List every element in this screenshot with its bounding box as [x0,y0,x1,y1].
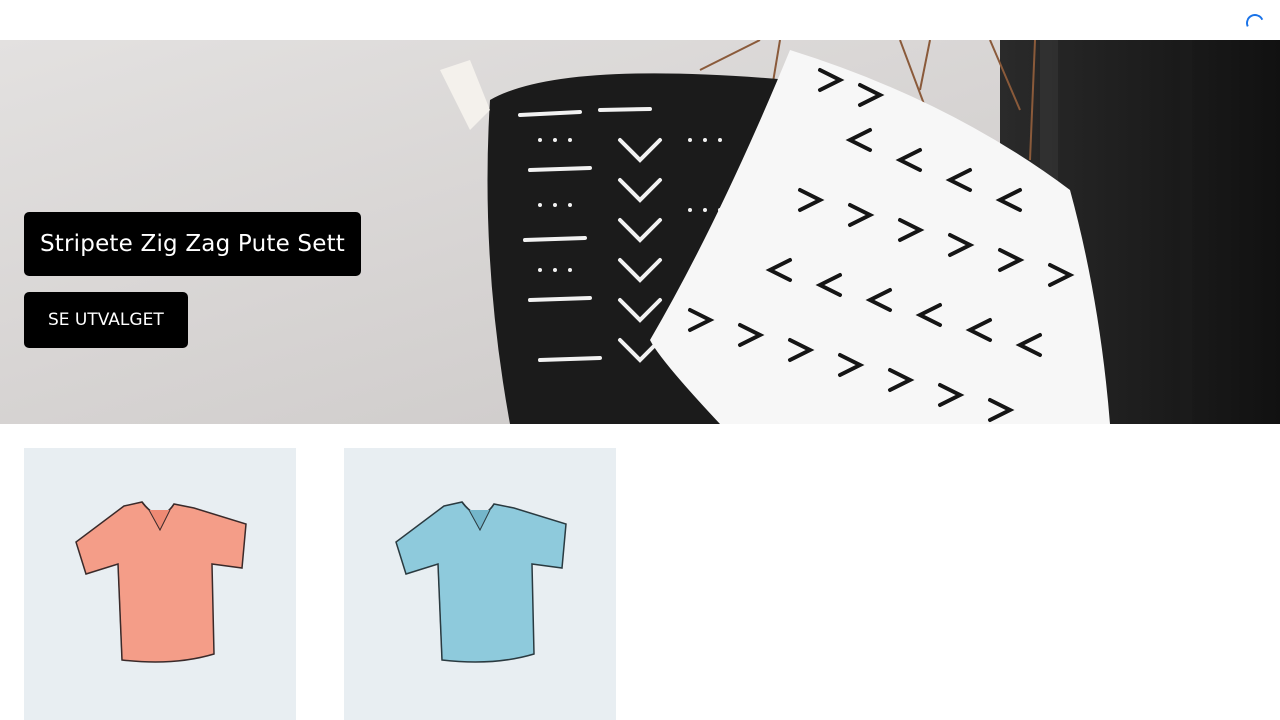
blue-tshirt-image [395,501,567,663]
product-card-blue-tshirt[interactable] [344,448,616,720]
hero-title: Stripete Zig Zag Pute Sett [24,212,362,276]
product-grid [24,448,1256,720]
site-header [0,0,1280,40]
coral-tshirt-image [75,501,247,663]
loading-spinner-icon [1243,11,1267,35]
hero-banner: Stripete Zig Zag Pute Sett SE UTVALGET [0,40,1280,424]
shop-selection-button[interactable]: SE UTVALGET [24,292,188,348]
product-card-coral-tshirt[interactable] [24,448,296,720]
